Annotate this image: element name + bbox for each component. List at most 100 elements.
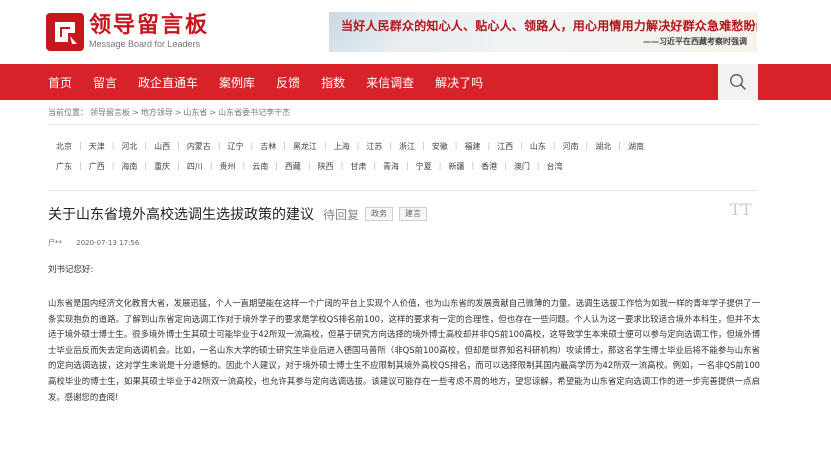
region-link[interactable]: 甘肃	[350, 161, 366, 172]
region-list-row-1: 北京 | 天津 | 河北 | 山西 | 内蒙古 | 辽宁 | 吉林 | 黑龙江 | 上海 | 江苏 | 浙江 | 安徽 | 福建…	[56, 141, 756, 152]
nav-item-0[interactable]: 首页	[48, 74, 72, 91]
region-separator: |	[307, 161, 311, 170]
region-link[interactable]: 河南	[563, 141, 579, 152]
main-nav-items: 首页 留言 政企直通车 案例库 反馈 指数 来信调查 解决了吗	[48, 64, 504, 100]
status-badge: 待回复	[323, 207, 360, 222]
breadcrumb-link[interactable]: 地方领导	[141, 108, 173, 117]
region-separator: |	[422, 141, 425, 150]
region-link[interactable]: 江西	[497, 141, 513, 152]
region-link[interactable]: 陕西	[318, 161, 334, 172]
region-link[interactable]: 湖南	[628, 141, 644, 152]
region-link[interactable]: 福建	[464, 141, 480, 152]
region-link[interactable]: 黑龙江	[293, 141, 317, 152]
breadcrumb-separator: >	[132, 108, 139, 117]
nav-item-1[interactable]: 留言	[93, 74, 117, 91]
site-logo[interactable]: 领导留言板 Message Board for Leaders	[46, 13, 209, 51]
region-link[interactable]: 澳门	[514, 161, 530, 172]
nav-right-fill	[758, 64, 831, 100]
region-list-row-2: 广东 | 广西 | 海南 | 重庆 | 四川 | 贵州 | 云南 | 西藏 | 陕西 | 甘肃 | 青海 | 宁夏 | 新疆 | 香…	[56, 161, 756, 172]
divider	[48, 124, 758, 125]
message-author: 尸**	[48, 239, 62, 247]
region-separator: |	[209, 161, 213, 170]
tag-government-affairs[interactable]: 政务	[365, 207, 394, 221]
region-link[interactable]: 香港	[481, 161, 497, 172]
region-link[interactable]: 广西	[89, 161, 105, 172]
nav-search-button[interactable]	[718, 64, 758, 100]
region-link[interactable]: 新疆	[448, 161, 464, 172]
message-title-row: 关于山东省境外高校选调生选拔政策的建议 待回复 政务 建言	[48, 204, 428, 224]
region-link[interactable]: 宁夏	[416, 161, 432, 172]
region-link[interactable]: 上海	[334, 141, 350, 152]
region-link[interactable]: 天津	[89, 141, 105, 152]
message-body: 山东省是国内经济文化教育大省，发展迅猛，个人一直期望能在这样一个广阔的平台上实现…	[48, 298, 760, 402]
region-separator: |	[217, 141, 221, 150]
region-link[interactable]: 浙江	[399, 141, 415, 152]
font-size-toggle-icon[interactable]: TT	[730, 200, 752, 219]
region-link[interactable]: 台湾	[547, 161, 563, 172]
region-separator: |	[177, 161, 180, 170]
nav-item-6[interactable]: 来信调查	[366, 74, 414, 91]
region-link[interactable]: 安徽	[432, 141, 448, 152]
message-meta: 尸** 2020-07-13 17:56	[48, 238, 139, 248]
region-link[interactable]: 海南	[121, 161, 137, 172]
main-nav: 首页 留言 政企直通车 案例库 反馈 指数 来信调查 解决了吗	[0, 64, 831, 100]
region-separator: |	[406, 161, 409, 170]
nav-item-7[interactable]: 解决了吗	[435, 74, 483, 91]
region-separator: |	[356, 141, 360, 150]
region-separator: |	[373, 161, 377, 170]
message-date: 2020-07-13 17:56	[76, 239, 140, 247]
region-link[interactable]: 吉林	[260, 141, 276, 152]
region-link[interactable]: 四川	[187, 161, 203, 172]
region-link[interactable]: 江苏	[366, 141, 382, 152]
nav-item-4[interactable]: 反馈	[276, 74, 300, 91]
header-banner: 当好人民群众的知心人、贴心人、领路人，用心用情用力解决好群众急难愁盼问题。 ——…	[329, 12, 757, 52]
search-icon	[730, 74, 747, 91]
region-separator: |	[585, 141, 589, 150]
region-link[interactable]: 云南	[252, 161, 268, 172]
region-link[interactable]: 山西	[154, 141, 170, 152]
logo-text: 领导留言板 Message Board for Leaders	[89, 14, 209, 50]
region-separator: |	[471, 161, 475, 170]
region-separator: |	[111, 141, 115, 150]
region-link[interactable]: 湖北	[595, 141, 611, 152]
region-separator: |	[177, 141, 180, 150]
region-separator: |	[283, 141, 286, 150]
region-link[interactable]: 内蒙古	[187, 141, 211, 152]
region-separator: |	[144, 161, 148, 170]
region-separator: |	[389, 141, 393, 150]
region-separator: |	[340, 161, 344, 170]
region-link[interactable]: 重庆	[154, 161, 170, 172]
region-separator: |	[520, 141, 523, 150]
logo-title-en: Message Board for Leaders	[89, 39, 201, 49]
region-separator: |	[323, 141, 327, 150]
breadcrumb-separator: >	[174, 108, 182, 117]
nav-item-2[interactable]: 政企直通车	[138, 74, 198, 91]
region-link[interactable]: 山东	[530, 141, 546, 152]
nav-item-5[interactable]: 指数	[321, 74, 345, 91]
region-link[interactable]: 北京	[56, 141, 72, 152]
region-link[interactable]: 河北	[121, 141, 137, 152]
logo-title-cn: 领导留言板	[89, 13, 210, 38]
region-separator: |	[79, 141, 82, 150]
breadcrumb-label: 当前位置：	[48, 108, 88, 117]
region-link[interactable]: 辽宁	[228, 141, 244, 152]
region-separator: |	[79, 161, 82, 170]
region-separator: |	[536, 161, 540, 170]
region-link[interactable]: 贵州	[220, 161, 236, 172]
region-separator: |	[250, 141, 254, 150]
region-separator: |	[454, 141, 458, 150]
nav-item-3[interactable]: 案例库	[219, 74, 255, 91]
region-link[interactable]: 广东	[56, 161, 72, 172]
region-link[interactable]: 西藏	[285, 161, 301, 172]
banner-quote: 当好人民群众的知心人、贴心人、领路人，用心用情用力解决好群众急难愁盼问题。	[341, 19, 757, 33]
breadcrumb-link[interactable]: 领导留言板	[90, 108, 130, 117]
message-greeting: 刘书记您好:	[48, 265, 94, 275]
breadcrumb-link[interactable]: 山东省委书记李干杰	[218, 108, 290, 117]
region-link[interactable]: 青海	[383, 161, 399, 172]
breadcrumb-link[interactable]: 山东省	[183, 108, 207, 117]
logo-mark-icon	[46, 13, 84, 51]
tag-suggestion[interactable]: 建言	[399, 207, 428, 221]
region-separator: |	[438, 161, 442, 170]
region-separator: |	[275, 161, 278, 170]
divider	[48, 190, 758, 191]
